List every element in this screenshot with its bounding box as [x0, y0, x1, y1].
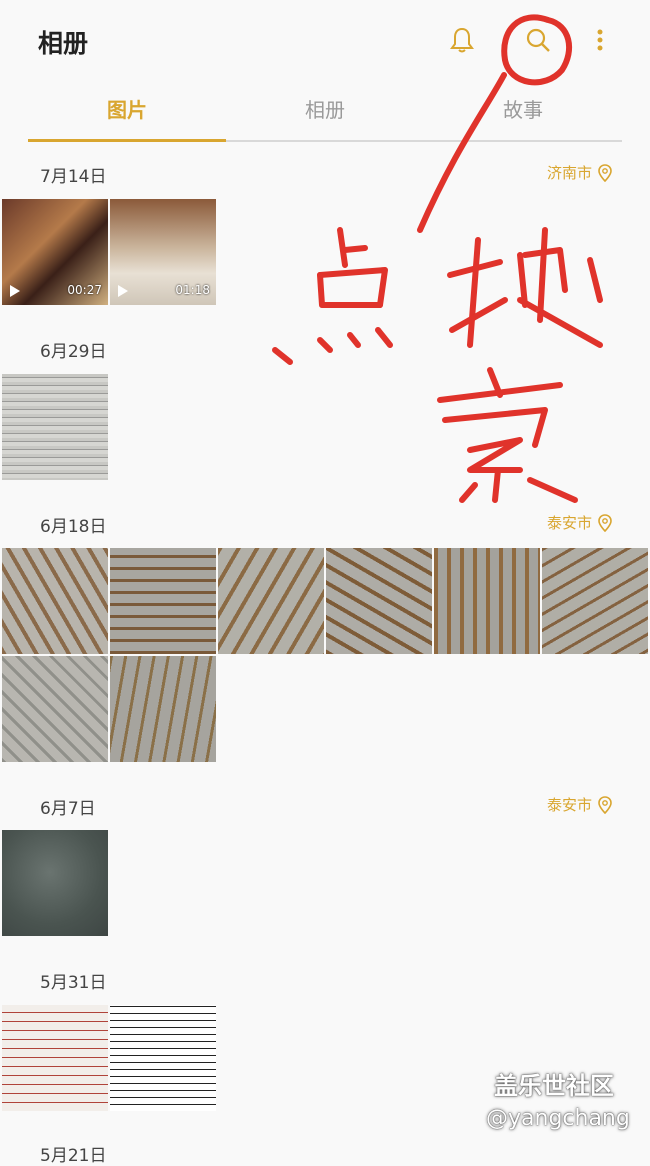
photo-thumbnail[interactable]: [542, 548, 648, 654]
search-button[interactable]: [516, 18, 560, 62]
group-location[interactable]: 泰安市: [547, 794, 612, 815]
video-thumbnail[interactable]: 00:27: [2, 199, 108, 305]
location-pin-icon: [598, 513, 612, 532]
tab-stories[interactable]: 故事: [424, 94, 622, 123]
notifications-button[interactable]: [440, 18, 484, 62]
group-date-label: 6月29日: [40, 342, 107, 362]
group-date-label: 6月18日: [40, 517, 107, 537]
location-pin-icon: [598, 795, 612, 814]
app-title: 相册: [38, 29, 89, 58]
video-duration: 01:18: [175, 283, 210, 297]
group-location[interactable]: 泰安市: [547, 512, 612, 533]
play-icon: [10, 285, 20, 297]
top-bar: 相册: [0, 0, 650, 78]
search-icon: [526, 28, 550, 52]
video-duration: 00:27: [67, 283, 102, 297]
photo-thumbnail[interactable]: [2, 548, 108, 654]
group-date-label: 5月31日: [40, 973, 107, 993]
bell-icon: [450, 27, 474, 53]
group-date-label: 7月14日: [40, 167, 107, 187]
tab-bar: 图片 相册 故事: [28, 84, 622, 142]
photo-thumbnail[interactable]: [2, 1005, 108, 1111]
group-location-label: 泰安市: [546, 796, 592, 814]
photo-thumbnail[interactable]: [110, 1005, 216, 1111]
photo-thumbnail[interactable]: [218, 548, 324, 654]
photo-thumbnail[interactable]: [2, 374, 108, 480]
photo-thumbnail[interactable]: [434, 548, 540, 654]
photo-thumbnail[interactable]: [2, 656, 108, 762]
group-location[interactable]: 济南市: [547, 162, 612, 183]
group-location-label: 济南市: [546, 164, 592, 182]
photo-thumbnail[interactable]: [110, 656, 216, 762]
photo-thumbnail[interactable]: [2, 830, 108, 936]
video-thumbnail[interactable]: 01:18: [110, 199, 216, 305]
active-tab-indicator: [28, 139, 226, 142]
watermark-user: @yangchang: [486, 1106, 630, 1131]
more-options-button[interactable]: [578, 18, 622, 62]
group-location-label: 泰安市: [546, 514, 592, 532]
watermark-title: 盖乐世社区: [494, 1072, 614, 1100]
more-vert-icon: [597, 29, 603, 51]
photo-thumbnail[interactable]: [326, 548, 432, 654]
group-date-label: 6月7日: [40, 799, 96, 819]
location-pin-icon: [598, 163, 612, 182]
tab-albums[interactable]: 相册: [226, 94, 424, 123]
group-date-label: 5月21日: [40, 1146, 107, 1166]
photo-thumbnail[interactable]: [110, 548, 216, 654]
tab-pictures[interactable]: 图片: [28, 94, 226, 123]
play-icon: [118, 285, 128, 297]
